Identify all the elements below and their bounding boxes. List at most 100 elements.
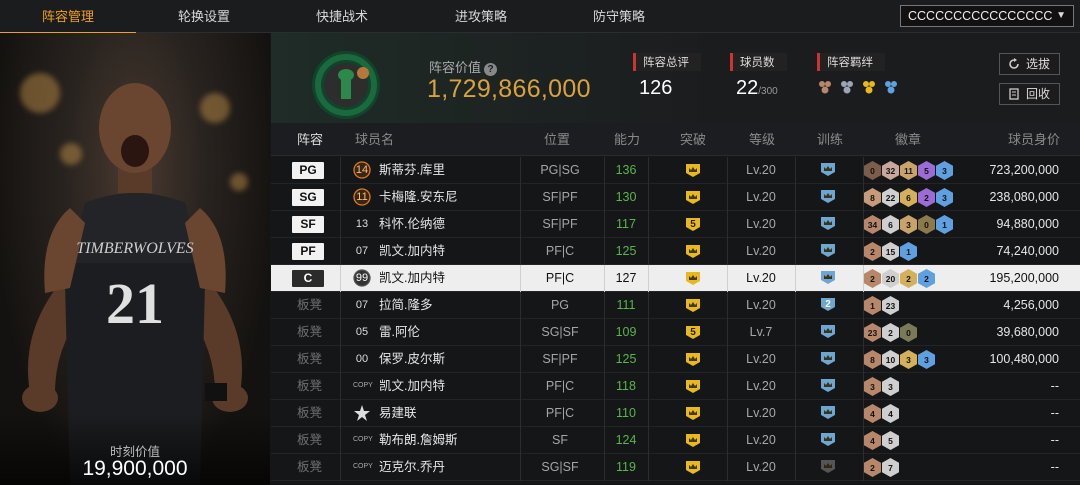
select-button[interactable]: 选拔 bbox=[999, 53, 1060, 75]
breakthrough-level-icon[interactable]: 5 bbox=[683, 217, 703, 232]
badge-hex-icon: 3 bbox=[864, 377, 881, 396]
training-shield-icon[interactable] bbox=[818, 189, 840, 206]
featured-player-panel[interactable]: 21 TIMBERWOLVES 时刻价值 19,900,000 bbox=[0, 33, 270, 485]
table-row[interactable]: 板凳 易建联 PF|C 110 Lv.20 4 4 -- bbox=[271, 400, 1080, 427]
badge-list[interactable]: 8 10 3 3 bbox=[864, 350, 935, 369]
player-name[interactable]: 易建联 bbox=[379, 400, 417, 427]
col-ability[interactable]: 能力 bbox=[614, 123, 640, 156]
badge-list[interactable]: 8 22 6 2 3 bbox=[864, 188, 953, 207]
col-breakthrough[interactable]: 突破 bbox=[680, 123, 706, 156]
player-ability: 125 bbox=[615, 352, 637, 366]
tab-rotation-settings[interactable]: 轮换设置 bbox=[136, 0, 272, 33]
player-name[interactable]: 雷.阿伦 bbox=[379, 319, 420, 346]
tab-quick-tactics[interactable]: 快捷战术 bbox=[274, 0, 410, 33]
training-level-icon[interactable]: 2 bbox=[818, 297, 840, 314]
player-name[interactable]: 保罗.皮尔斯 bbox=[379, 346, 445, 373]
breakthrough-crown-icon[interactable] bbox=[683, 352, 703, 367]
player-ability: 124 bbox=[615, 433, 637, 447]
breakthrough-crown-icon[interactable] bbox=[683, 190, 703, 205]
player-ability: 117 bbox=[616, 217, 636, 231]
table-row[interactable]: 板凳 00 保罗.皮尔斯 SF|PF 125 Lv.20 8 10 3 3 100,480,000 bbox=[271, 346, 1080, 373]
badge-hex-icon: 20 bbox=[882, 269, 899, 288]
player-name[interactable]: 凯文.加内特 bbox=[379, 373, 445, 400]
chemistry-group-icon[interactable] bbox=[839, 79, 855, 95]
training-shield-icon[interactable] bbox=[818, 405, 840, 422]
training-shield-icon[interactable] bbox=[818, 324, 840, 341]
training-shield-icon[interactable] bbox=[818, 351, 840, 368]
badge-list[interactable]: 2 15 1 bbox=[864, 242, 917, 261]
table-row[interactable]: 板凳 COPY 勒布朗.詹姆斯 SF 124 Lv.20 4 5 -- bbox=[271, 427, 1080, 454]
chemistry-group-icon[interactable] bbox=[883, 79, 899, 95]
lineup-select-value: CCCCCCCCCCCCCCCC bbox=[908, 9, 1053, 23]
table-row[interactable]: C 99 凯文.加内特 PF|C 127 Lv.20 2 20 2 2 195,200,000 bbox=[271, 265, 1080, 292]
badge-list[interactable]: 45 bbox=[864, 431, 899, 450]
col-badges[interactable]: 徽章 bbox=[895, 123, 921, 156]
badge-list[interactable]: 33 bbox=[864, 377, 899, 396]
player-name[interactable]: 凯文.加内特 bbox=[379, 238, 445, 265]
breakthrough-crown-icon[interactable] bbox=[683, 298, 703, 313]
badge-hex-icon: 2 bbox=[918, 269, 935, 288]
breakthrough-crown-icon[interactable] bbox=[683, 379, 703, 394]
overall-label: 阵容总评 bbox=[633, 53, 701, 71]
table-row[interactable]: PG 14 斯蒂芬.库里 PG|SG 136 Lv.20 0 32 11 5 3 723,200,0… bbox=[271, 157, 1080, 184]
player-name[interactable]: 迈克尔.乔丹 bbox=[379, 454, 445, 481]
player-name[interactable]: 斯蒂芬.库里 bbox=[379, 157, 445, 184]
chemistry-group-icon[interactable] bbox=[861, 79, 877, 95]
col-position[interactable]: 位置 bbox=[544, 123, 570, 156]
badge-hex-icon: 10 bbox=[882, 350, 899, 369]
badge-hex-icon: 2 bbox=[900, 269, 917, 288]
chemistry-group-icon[interactable] bbox=[817, 79, 833, 95]
breakthrough-crown-icon[interactable] bbox=[683, 163, 703, 178]
recycle-button[interactable]: 回收 bbox=[999, 83, 1060, 105]
training-shield-icon[interactable] bbox=[818, 243, 840, 260]
player-ability: 118 bbox=[616, 379, 636, 393]
table-row[interactable]: PF 07 凯文.加内特 PF|C 125 Lv.20 2 15 1 74,240,000 bbox=[271, 238, 1080, 265]
training-shield-icon[interactable] bbox=[818, 459, 840, 476]
svg-text:21: 21 bbox=[106, 271, 164, 336]
moment-value: 19,900,000 bbox=[82, 457, 188, 480]
badge-list[interactable]: 44 bbox=[864, 404, 899, 423]
table-row[interactable]: 板凳 COPY 凯文.加内特 PF|C 118 Lv.20 3 3 -- bbox=[271, 373, 1080, 400]
training-shield-icon[interactable] bbox=[818, 270, 840, 287]
badge-list[interactable]: 23 2 0 bbox=[864, 323, 917, 342]
col-training[interactable]: 训练 bbox=[817, 123, 843, 156]
col-level[interactable]: 等级 bbox=[749, 123, 775, 156]
training-shield-icon[interactable] bbox=[818, 162, 840, 179]
table-row[interactable]: SF 13 科怀.伦纳德 SF|PF 117 5 Lv.20 34 6 3 0 1 94,880,00… bbox=[271, 211, 1080, 238]
badge-hex-icon: 1 bbox=[936, 215, 953, 234]
breakthrough-level-icon[interactable]: 5 bbox=[683, 325, 703, 340]
badge-hex-icon: 3 bbox=[936, 161, 953, 180]
breakthrough-crown-icon[interactable] bbox=[683, 406, 703, 421]
badge-list[interactable]: 1 23 bbox=[864, 296, 899, 315]
col-salary[interactable]: 球员身价 bbox=[1008, 123, 1060, 156]
player-name[interactable]: 卡梅隆.安东尼 bbox=[379, 184, 457, 211]
player-name[interactable]: 拉简.隆多 bbox=[379, 292, 432, 319]
badge-list[interactable]: 27 bbox=[864, 458, 899, 477]
table-row[interactable]: SG 11 卡梅隆.安东尼 SF|PF 130 Lv.20 8 22 6 2 3 238,080,0… bbox=[271, 184, 1080, 211]
lineup-select[interactable]: CCCCCCCCCCCCCCCC ▼ bbox=[900, 5, 1074, 27]
training-shield-icon[interactable] bbox=[818, 378, 840, 395]
training-shield-icon[interactable] bbox=[818, 216, 840, 233]
col-slot[interactable]: 阵容 bbox=[297, 123, 323, 156]
player-position: SF|PF bbox=[542, 190, 578, 204]
table-row[interactable]: 板凳 07 拉简.隆多 PG 111 Lv.20 2 1 23 4,256,000 bbox=[271, 292, 1080, 319]
table-row[interactable]: 板凳 COPY 迈克尔.乔丹 SG|SF 119 Lv.20 2 7 -- bbox=[271, 454, 1080, 481]
breakthrough-crown-icon[interactable] bbox=[683, 433, 703, 448]
tab-defense-strategy[interactable]: 防守策略 bbox=[551, 0, 687, 33]
table-row[interactable]: 板凳 05 雷.阿伦 SG|SF 109 5 Lv.7 23 2 0 39,680,000 bbox=[271, 319, 1080, 346]
tab-offense-strategy[interactable]: 进攻策略 bbox=[413, 0, 549, 33]
training-shield-icon[interactable] bbox=[818, 432, 840, 449]
breakthrough-crown-icon[interactable] bbox=[683, 271, 703, 286]
badge-hex-icon: 15 bbox=[882, 242, 899, 261]
breakthrough-crown-icon[interactable] bbox=[683, 460, 703, 475]
badge-list[interactable]: 0 32 11 5 3 bbox=[864, 161, 953, 180]
badge-list[interactable]: 2 20 2 2 bbox=[864, 269, 935, 288]
player-name[interactable]: 科怀.伦纳德 bbox=[379, 211, 445, 238]
tab-lineup-management[interactable]: 阵容管理 bbox=[0, 0, 136, 34]
player-name[interactable]: 凯文.加内特 bbox=[379, 265, 445, 292]
breakthrough-crown-icon[interactable] bbox=[683, 244, 703, 259]
col-player-name[interactable]: 球员名 bbox=[355, 123, 394, 156]
badge-list[interactable]: 34 6 3 0 1 bbox=[864, 215, 953, 234]
player-name[interactable]: 勒布朗.詹姆斯 bbox=[379, 427, 457, 454]
player-count-stat: 球员数 22/300 bbox=[730, 53, 787, 100]
